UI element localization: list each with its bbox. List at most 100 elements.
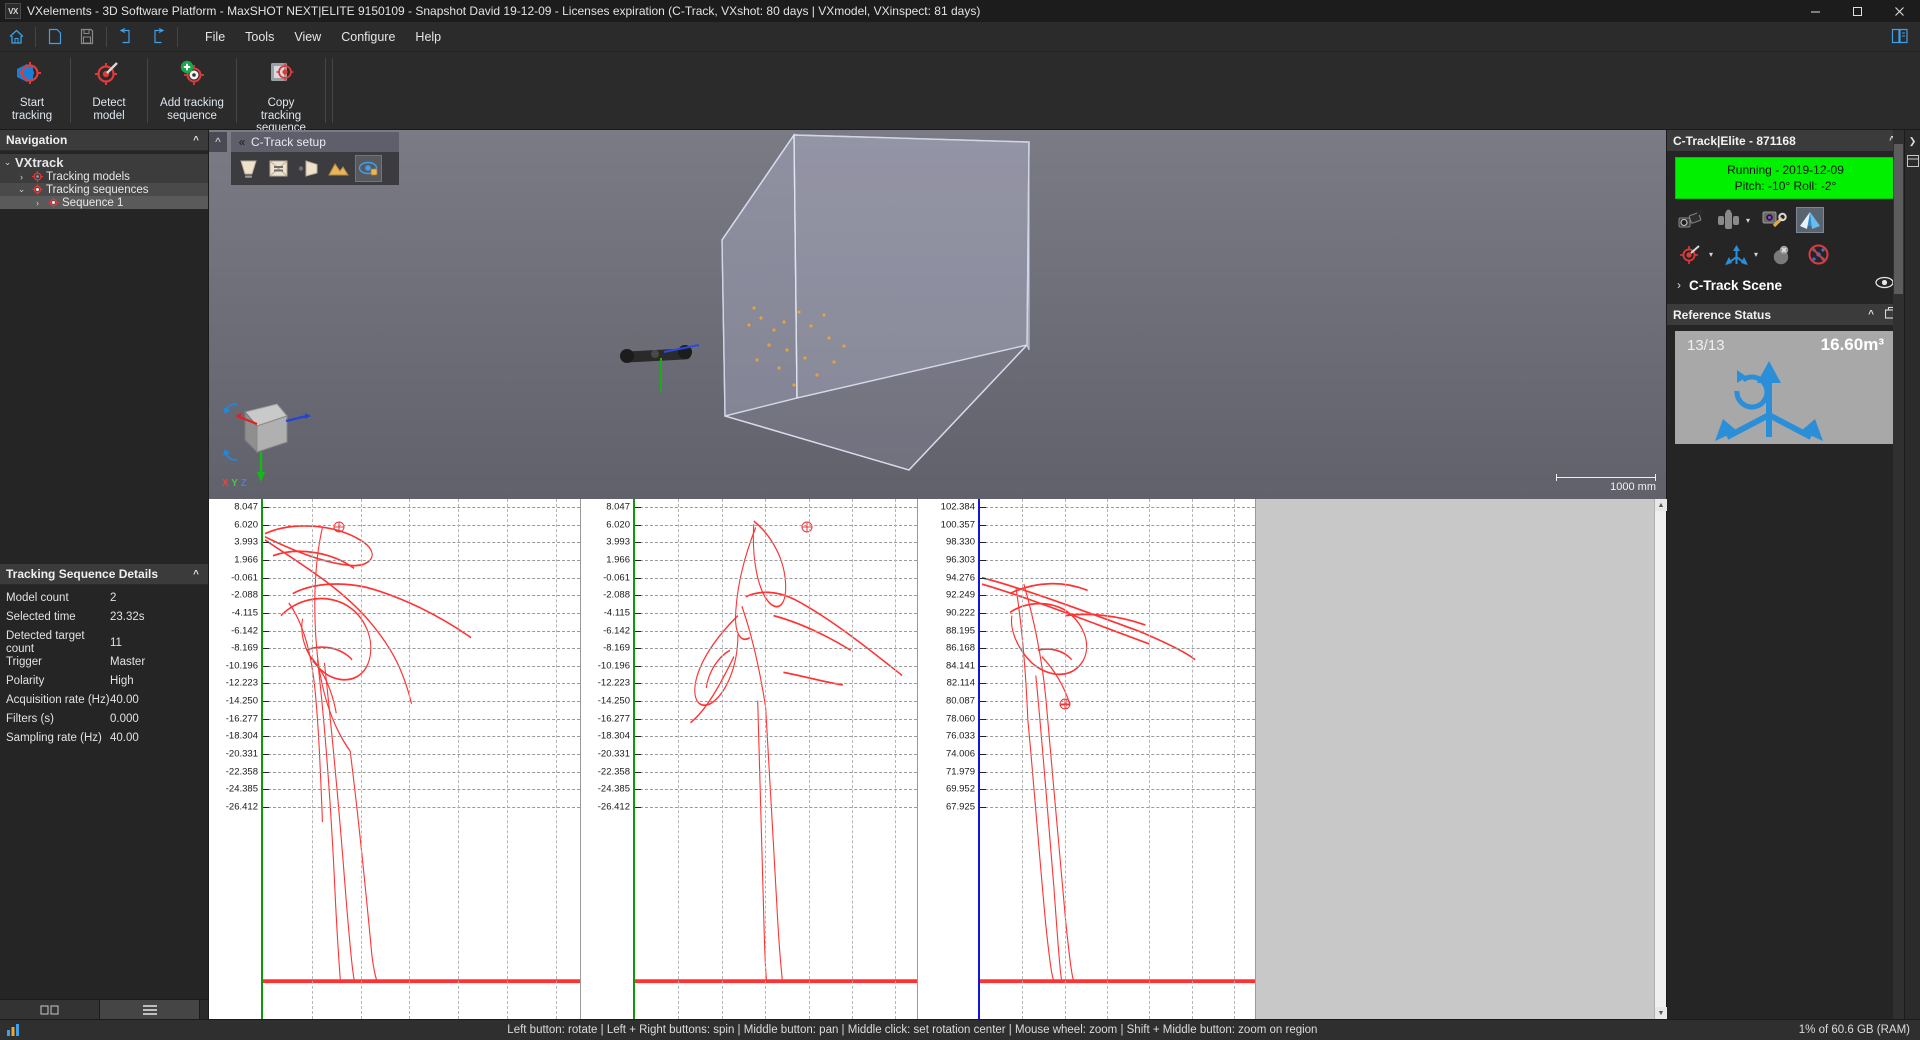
copy-tracking-sequence-icon — [261, 58, 301, 93]
graph-vertical-scrollbar[interactable]: ▲ ▼ — [1654, 499, 1667, 1019]
projection-cone-icon[interactable] — [295, 155, 322, 182]
right-dock-scrollbar[interactable] — [1893, 130, 1904, 1019]
save-icon[interactable] — [72, 24, 102, 50]
graph-gridline — [980, 559, 1255, 561]
graph-gridline — [635, 683, 917, 685]
chevron-up-icon[interactable]: ^ — [190, 569, 202, 580]
chevron-right-icon[interactable]: › — [30, 198, 45, 208]
graph-y-tick — [263, 736, 269, 738]
detect-model-button[interactable]: Detect model — [77, 52, 141, 129]
graph-y-tick-label: -14.250 — [225, 695, 258, 707]
graph-y-tick-label: 6.020 — [234, 519, 258, 531]
chevron-down-icon[interactable]: ⌄ — [14, 184, 29, 195]
home-icon[interactable] — [1, 24, 31, 50]
graph-gridline — [980, 683, 1255, 685]
chevron-down-icon[interactable]: ⌄ — [0, 157, 15, 168]
calibration-target-icon[interactable] — [265, 155, 292, 182]
detail-value: 40.00 — [110, 694, 139, 706]
menu-file[interactable]: File — [195, 25, 235, 49]
copy-tracking-sequence-button[interactable]: Copy tracking sequence — [243, 52, 319, 134]
graph-gridline — [980, 754, 1255, 756]
graph-gridline — [635, 612, 917, 614]
reference-status-view[interactable]: 13/13 16.60m³ — [1675, 331, 1896, 444]
help-book-icon[interactable] — [1888, 25, 1912, 47]
panel-icon[interactable] — [1906, 154, 1920, 168]
axis-system-icon[interactable] — [1722, 241, 1750, 267]
detect-model-label: Detect model — [92, 97, 126, 122]
graph-gridline — [635, 665, 917, 667]
graph-y-tick-label: -4.115 — [603, 607, 630, 619]
graph-y-tick — [980, 701, 986, 703]
menu-view[interactable]: View — [284, 25, 331, 49]
chevron-down-icon[interactable]: ▾ — [1746, 216, 1750, 225]
scrollbar-thumb[interactable] — [1894, 144, 1903, 294]
tracking-graph-3[interactable]: 102.384 100.357 98.330 96.303 94.276 92.249 90… — [918, 499, 1256, 1019]
double-chevron-left-icon[interactable]: « — [233, 132, 251, 152]
volume-trapezoid-icon[interactable] — [235, 155, 262, 182]
scroll-up-icon[interactable]: ▲ — [1655, 499, 1667, 511]
graph-y-tick — [635, 683, 641, 685]
chevron-right-icon[interactable]: ❯ — [1906, 134, 1920, 148]
graph-vertical-gridline — [1064, 499, 1066, 1019]
tree-label: VXtrack — [15, 154, 64, 170]
eye-icon[interactable] — [1875, 276, 1894, 294]
menu-help[interactable]: Help — [405, 25, 451, 49]
tracking-graph-1[interactable]: 8.047 6.020 3.993 1.966 -0.061 -2.088 -4.115 -6… — [209, 499, 581, 1019]
chevron-down-icon[interactable]: ▾ — [1709, 250, 1713, 259]
chevron-right-icon[interactable]: › — [1677, 278, 1681, 292]
scroll-down-icon[interactable]: ▼ — [1655, 1007, 1667, 1019]
minimize-button[interactable] — [1794, 0, 1836, 22]
graph-2-marker[interactable] — [801, 521, 813, 533]
redo-icon[interactable] — [143, 24, 173, 50]
tree-item-tracking-models[interactable]: › Tracking models — [0, 170, 208, 183]
undo-icon[interactable] — [111, 24, 141, 50]
menu-configure[interactable]: Configure — [331, 25, 405, 49]
graph-1-marker[interactable] — [333, 521, 345, 533]
eye-lock-icon[interactable] — [355, 155, 382, 182]
viewport-collapse-button[interactable]: ^ — [209, 132, 227, 152]
chevron-down-icon[interactable]: ▾ — [1754, 250, 1758, 259]
graph-gridline — [263, 577, 580, 579]
chevron-up-icon[interactable]: ^ — [1865, 309, 1877, 320]
reference-axis-graphic — [1715, 361, 1823, 441]
tree-item-tracking-sequences[interactable]: ⌄ Tracking sequences — [0, 183, 208, 196]
chevron-right-icon[interactable]: › — [14, 172, 29, 182]
camera-settings-icon[interactable] — [1759, 207, 1787, 233]
tab-layout[interactable] — [0, 1000, 100, 1019]
ctrack-scene-row[interactable]: › C-Track Scene — [1667, 271, 1904, 302]
graph-y-tick — [263, 612, 269, 614]
graph-gridline — [635, 718, 917, 720]
graph-vertical-gridline — [808, 499, 810, 1019]
delete-sphere-icon[interactable] — [1767, 241, 1795, 267]
mountain-icon[interactable] — [325, 155, 352, 182]
detail-value: High — [110, 675, 134, 687]
axis-gizmo[interactable]: X Y Z — [217, 394, 327, 489]
graph-vertical-gridline — [409, 499, 411, 1019]
tracking-graph-2[interactable]: 8.047 6.020 3.993 1.966 -0.061 -2.088 -4.115 -6… — [581, 499, 918, 1019]
close-button[interactable] — [1878, 0, 1920, 22]
add-tracking-sequence-button[interactable]: Add tracking sequence — [154, 52, 230, 129]
volume-pyramid-icon[interactable] — [1796, 207, 1825, 233]
detail-key: Polarity — [6, 675, 45, 687]
start-tracking-button[interactable]: Start tracking — [0, 52, 64, 129]
new-document-icon[interactable] — [40, 24, 70, 50]
tracking-sequence-details: Model count 2 Selected time 23.32s Detec… — [0, 585, 208, 999]
chevron-up-icon[interactable]: ^ — [190, 135, 202, 146]
tree-item-sequence-1[interactable]: › Sequence 1 — [0, 196, 208, 209]
tab-list[interactable] — [100, 1000, 200, 1019]
graph-y-tick-label: -22.358 — [225, 766, 258, 778]
graph-y-tick — [635, 754, 641, 756]
details-panel-header: Tracking Sequence Details ^ — [0, 564, 208, 585]
robot-targets-icon[interactable] — [1714, 207, 1742, 233]
3d-viewport[interactable]: ^ « C-Track setup X Y Z 1000 mm — [209, 130, 1666, 499]
target-icon — [45, 196, 62, 209]
graph-gridline — [635, 630, 917, 632]
graph-y-tick-label: -22.358 — [597, 766, 630, 778]
target-detect-icon[interactable] — [1677, 241, 1705, 267]
disable-targets-icon[interactable] — [1804, 241, 1832, 267]
menu-tools[interactable]: Tools — [235, 25, 284, 49]
tree-item-vxtrack[interactable]: ⌄ VXtrack — [0, 154, 208, 170]
graph-y-tick-label: 1.966 — [234, 554, 258, 566]
camera-pair-icon[interactable] — [1677, 207, 1705, 233]
maximize-button[interactable] — [1836, 0, 1878, 22]
